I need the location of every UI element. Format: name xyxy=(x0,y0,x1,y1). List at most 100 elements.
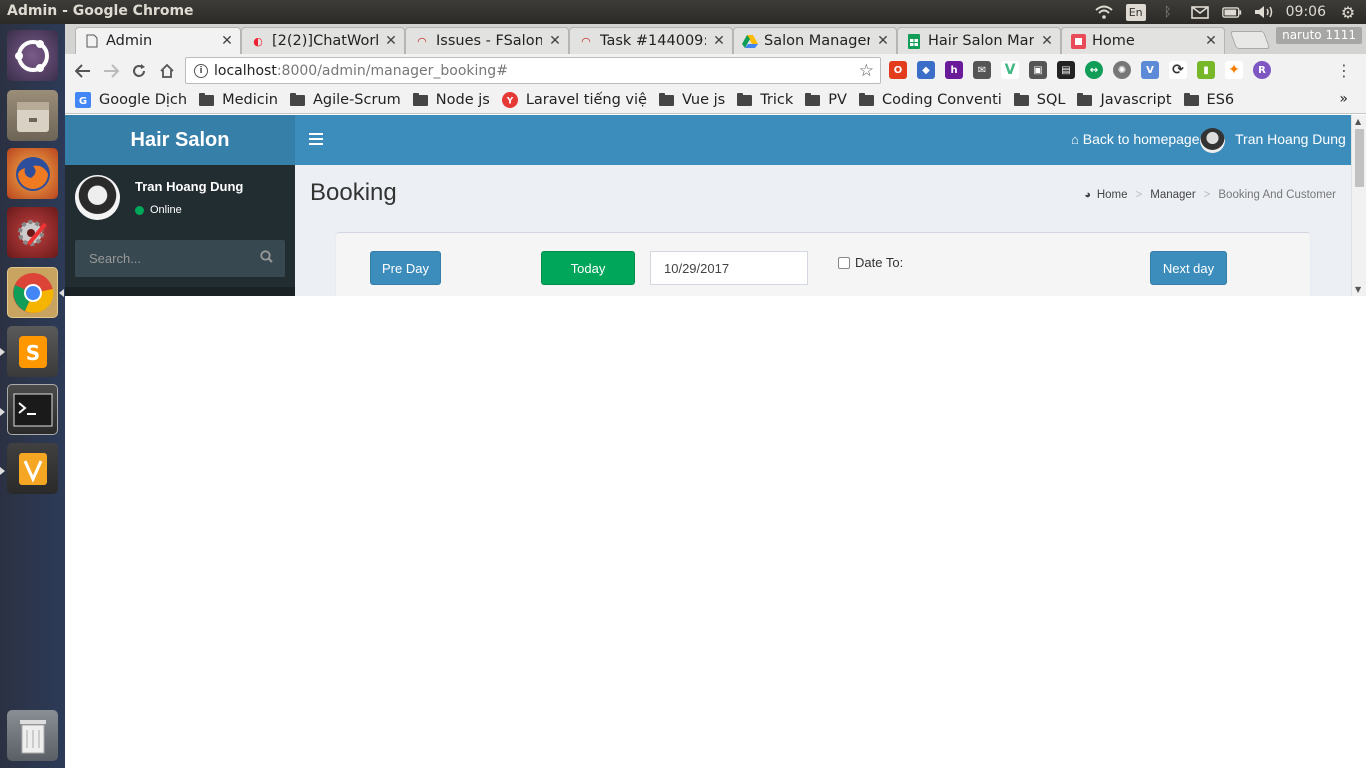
bookmark-label: Medicin xyxy=(222,92,278,108)
mail-extension-icon[interactable]: ✉ xyxy=(973,61,991,79)
v8-extension-icon[interactable]: V xyxy=(1141,61,1159,79)
google-drive-icon xyxy=(742,33,758,49)
tab-task[interactable]: ◠ Task #144009: L ✕ xyxy=(569,27,733,54)
next-day-button[interactable]: Next day xyxy=(1150,251,1227,285)
bookmark-trick[interactable]: Trick xyxy=(737,92,793,108)
scrollbar-thumb[interactable] xyxy=(1355,129,1364,187)
browser-menu-icon[interactable]: ⋮ xyxy=(1336,61,1352,80)
firefox-icon[interactable] xyxy=(7,148,58,199)
session-gear-icon[interactable]: ⚙ xyxy=(1338,3,1358,22)
sidebar-toggle-icon[interactable] xyxy=(309,129,323,150)
navbar-user-avatar[interactable] xyxy=(1200,128,1225,153)
files-icon[interactable] xyxy=(7,90,58,141)
new-tab-button[interactable] xyxy=(1229,31,1271,49)
bookmark-sql[interactable]: SQL xyxy=(1013,92,1065,108)
clock[interactable]: 09:06 xyxy=(1286,4,1326,20)
bookmarks-bar: G Google Dịch Medicin Agile-Scrum Node j… xyxy=(65,87,1366,114)
pre-day-button[interactable]: Pre Day xyxy=(370,251,441,285)
system-tray: En ᛒ 09:06 ⚙ xyxy=(1094,2,1358,22)
date-from-input[interactable]: 10/29/2017 xyxy=(650,251,808,285)
page-scrollbar[interactable]: ▲ ▼ xyxy=(1351,115,1366,296)
tab-admin[interactable]: Admin ✕ xyxy=(75,27,241,54)
reload-icon[interactable] xyxy=(128,60,150,82)
tab-salon-manager[interactable]: Salon Manager ✕ xyxy=(733,27,897,54)
bookmark-javascript[interactable]: Javascript xyxy=(1077,92,1172,108)
tab-close-icon[interactable]: ✕ xyxy=(548,33,562,49)
postman-extension-icon[interactable]: ✦ xyxy=(1225,61,1243,79)
vue-devtools-icon[interactable]: V xyxy=(1001,61,1019,79)
bookmark-node-js[interactable]: Node js xyxy=(412,92,490,108)
navbar-user-name[interactable]: Tran Hoang Dung xyxy=(1235,131,1346,147)
bookmark-laravel[interactable]: Y Laravel tiếng việ xyxy=(501,92,647,108)
breadcrumb-manager[interactable]: Manager xyxy=(1150,189,1195,201)
terminal-icon[interactable] xyxy=(7,384,58,435)
tab-close-icon[interactable]: ✕ xyxy=(1040,33,1054,49)
tab-chatwork[interactable]: ◐ [2(2)]ChatWork ✕ xyxy=(241,27,405,54)
settings-extension-icon[interactable]: ✺ xyxy=(1113,61,1131,79)
colorzilla-extension-icon[interactable]: ▮ xyxy=(1197,61,1215,79)
scroll-up-icon[interactable]: ▲ xyxy=(1355,117,1361,126)
running-app-indicator xyxy=(0,348,5,356)
more-bookmarks-button[interactable]: » xyxy=(1339,91,1348,107)
back-to-homepage-link[interactable]: ⌂ Back to homepage xyxy=(1071,131,1200,147)
ubuntu-dash-icon[interactable] xyxy=(7,30,58,81)
running-app-indicator-2 xyxy=(0,408,5,416)
date-to-checkbox[interactable] xyxy=(838,256,850,269)
bookmark-star-icon[interactable]: ☆ xyxy=(859,61,874,81)
app-logo[interactable]: Hair Salon xyxy=(65,115,295,165)
tab-hair-salon[interactable]: Hair Salon Man ✕ xyxy=(897,27,1061,54)
date-to-toggle[interactable]: Date To: xyxy=(838,255,903,270)
volume-icon[interactable] xyxy=(1254,4,1274,20)
svg-text:S: S xyxy=(25,341,39,365)
clapper-extension-icon[interactable]: ▤ xyxy=(1057,61,1075,79)
hypothesis-extension-icon[interactable]: h xyxy=(945,61,963,79)
chrome-icon[interactable] xyxy=(7,267,58,318)
today-button[interactable]: Today xyxy=(541,251,635,285)
online-status-icon xyxy=(135,205,144,215)
breadcrumb-home[interactable]: Home xyxy=(1097,189,1128,201)
bookmark-es6[interactable]: ES6 xyxy=(1183,92,1234,108)
vscode-icon[interactable] xyxy=(7,443,58,494)
sidebar-search-input[interactable] xyxy=(75,240,250,277)
forward-arrow-icon[interactable] xyxy=(100,60,122,82)
tab-close-icon[interactable]: ✕ xyxy=(876,33,890,49)
bookmark-label: Google Dịch xyxy=(99,92,188,108)
sync-extension-icon[interactable]: ⟳ xyxy=(1169,61,1187,79)
bookmark-pv[interactable]: PV xyxy=(805,92,847,108)
keyboard-language-indicator[interactable]: En xyxy=(1125,3,1146,21)
profile-button[interactable]: naruto 1111 xyxy=(1276,27,1362,44)
site-info-icon[interactable]: i xyxy=(194,63,208,78)
back-arrow-icon[interactable] xyxy=(72,60,94,82)
folder-icon xyxy=(289,92,305,106)
tab-close-icon[interactable]: ✕ xyxy=(1204,33,1218,49)
system-settings-icon[interactable] xyxy=(7,207,58,258)
tab-close-icon[interactable]: ✕ xyxy=(712,33,726,49)
home-icon[interactable] xyxy=(156,60,178,82)
shield-extension-icon[interactable]: ◆ xyxy=(917,61,935,79)
address-bar[interactable]: i localhost:8000/admin/manager_booking# … xyxy=(185,57,881,84)
bookmark-google-dich[interactable]: G Google Dịch xyxy=(75,92,187,108)
bookmark-coding-convention[interactable]: Coding Conventi xyxy=(858,92,1002,108)
scroll-down-icon[interactable]: ▼ xyxy=(1355,285,1361,294)
tab-issues[interactable]: ◠ Issues - FSalon ✕ xyxy=(405,27,569,54)
office-extension-icon[interactable]: O xyxy=(889,61,907,79)
bluetooth-icon[interactable]: ᛒ xyxy=(1158,4,1178,20)
folder-icon xyxy=(1077,92,1093,106)
bookmark-vue-js[interactable]: Vue js xyxy=(658,92,725,108)
tab-home[interactable]: Home ✕ xyxy=(1061,27,1225,54)
bookmark-agile-scrum[interactable]: Agile-Scrum xyxy=(289,92,401,108)
trash-icon[interactable] xyxy=(7,710,58,761)
redux-extension-icon[interactable]: R xyxy=(1253,61,1271,79)
top-navbar: ⌂ Back to homepage Tran Hoang Dung xyxy=(295,115,1351,165)
battery-icon[interactable] xyxy=(1221,4,1242,20)
mail-icon[interactable] xyxy=(1190,4,1210,20)
search-icon[interactable] xyxy=(260,250,273,267)
hangouts-extension-icon[interactable]: ↔ xyxy=(1085,61,1103,79)
screen-extension-icon[interactable]: ▣ xyxy=(1029,61,1047,79)
tab-close-icon[interactable]: ✕ xyxy=(384,33,398,49)
bookmark-medicin[interactable]: Medicin xyxy=(199,92,278,108)
wifi-icon[interactable] xyxy=(1094,4,1114,20)
sublime-text-icon[interactable]: S xyxy=(7,326,58,377)
booking-filter-box: Pre Day Today 10/29/2017 Date To: Next d… xyxy=(336,232,1310,296)
tab-close-icon[interactable]: ✕ xyxy=(220,33,234,49)
